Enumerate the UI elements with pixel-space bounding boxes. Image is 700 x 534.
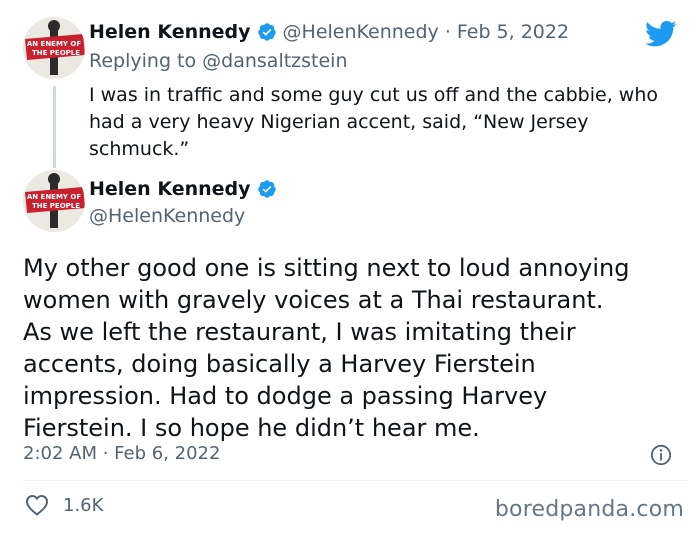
avatar[interactable]: AN ENEMY OF THE PEOPLE — [23, 170, 85, 232]
avatar-banner-line2: THE PEOPLE — [32, 202, 80, 210]
main-tweet-text: My other good one is sitting next to lou… — [23, 252, 688, 444]
reply-text-line: schmuck.” — [89, 138, 190, 160]
main-tweet-header: Helen Kennedy — [89, 178, 277, 200]
reply-tweet-text: I was in traffic and some guy cut us off… — [89, 82, 689, 163]
like-count: 1.6K — [63, 494, 104, 516]
reply-tweet-header: Helen Kennedy @HelenKennedy · Feb 5, 202… — [89, 21, 569, 43]
main-text-line: accents, doing basically a Harvey Fierst… — [23, 350, 536, 378]
main-author-name[interactable]: Helen Kennedy — [89, 178, 251, 200]
meta-separator: · — [444, 21, 451, 43]
reply-handle[interactable]: @HelenKennedy — [283, 21, 439, 43]
avatar-banner-line1: AN ENEMY OF — [27, 193, 82, 201]
verified-badge-icon — [257, 23, 276, 41]
divider — [23, 480, 688, 481]
heart-icon[interactable] — [25, 494, 49, 516]
main-text-line: Fierstein. I so hope he didn’t hear me. — [23, 414, 480, 442]
avatar-banner-line1: AN ENEMY OF — [27, 40, 82, 48]
twitter-bird-icon[interactable] — [645, 20, 677, 48]
main-handle[interactable]: @HelenKennedy — [89, 205, 245, 227]
thread-line — [53, 86, 56, 168]
replying-to-line: Replying to @dansaltzstein — [89, 50, 348, 72]
replying-to-handle[interactable]: @dansaltzstein — [202, 50, 347, 72]
like-action[interactable]: 1.6K — [25, 494, 103, 516]
reply-author-name[interactable]: Helen Kennedy — [89, 21, 251, 43]
reply-text-line: had a very heavy Nigerian accent, said, … — [89, 111, 589, 133]
info-icon[interactable] — [650, 444, 672, 466]
verified-badge-icon — [257, 180, 276, 198]
replying-to-label: Replying to — [89, 50, 203, 72]
main-text-line: My other good one is sitting next to lou… — [23, 254, 630, 282]
tweet-timestamp[interactable]: 2:02 AM · Feb 6, 2022 — [23, 443, 220, 464]
main-text-line: women with gravely voices at a Thai rest… — [23, 286, 604, 314]
main-text-line: As we left the restaurant, I was imitati… — [23, 318, 576, 346]
avatar-banner-line2: THE PEOPLE — [32, 49, 80, 57]
watermark: boredpanda.com — [494, 497, 684, 522]
avatar[interactable]: AN ENEMY OF THE PEOPLE — [23, 17, 85, 79]
main-text-line: impression. Had to dodge a passing Harve… — [23, 382, 548, 410]
reply-text-line: I was in traffic and some guy cut us off… — [89, 84, 658, 106]
reply-date[interactable]: Feb 5, 2022 — [457, 21, 569, 43]
